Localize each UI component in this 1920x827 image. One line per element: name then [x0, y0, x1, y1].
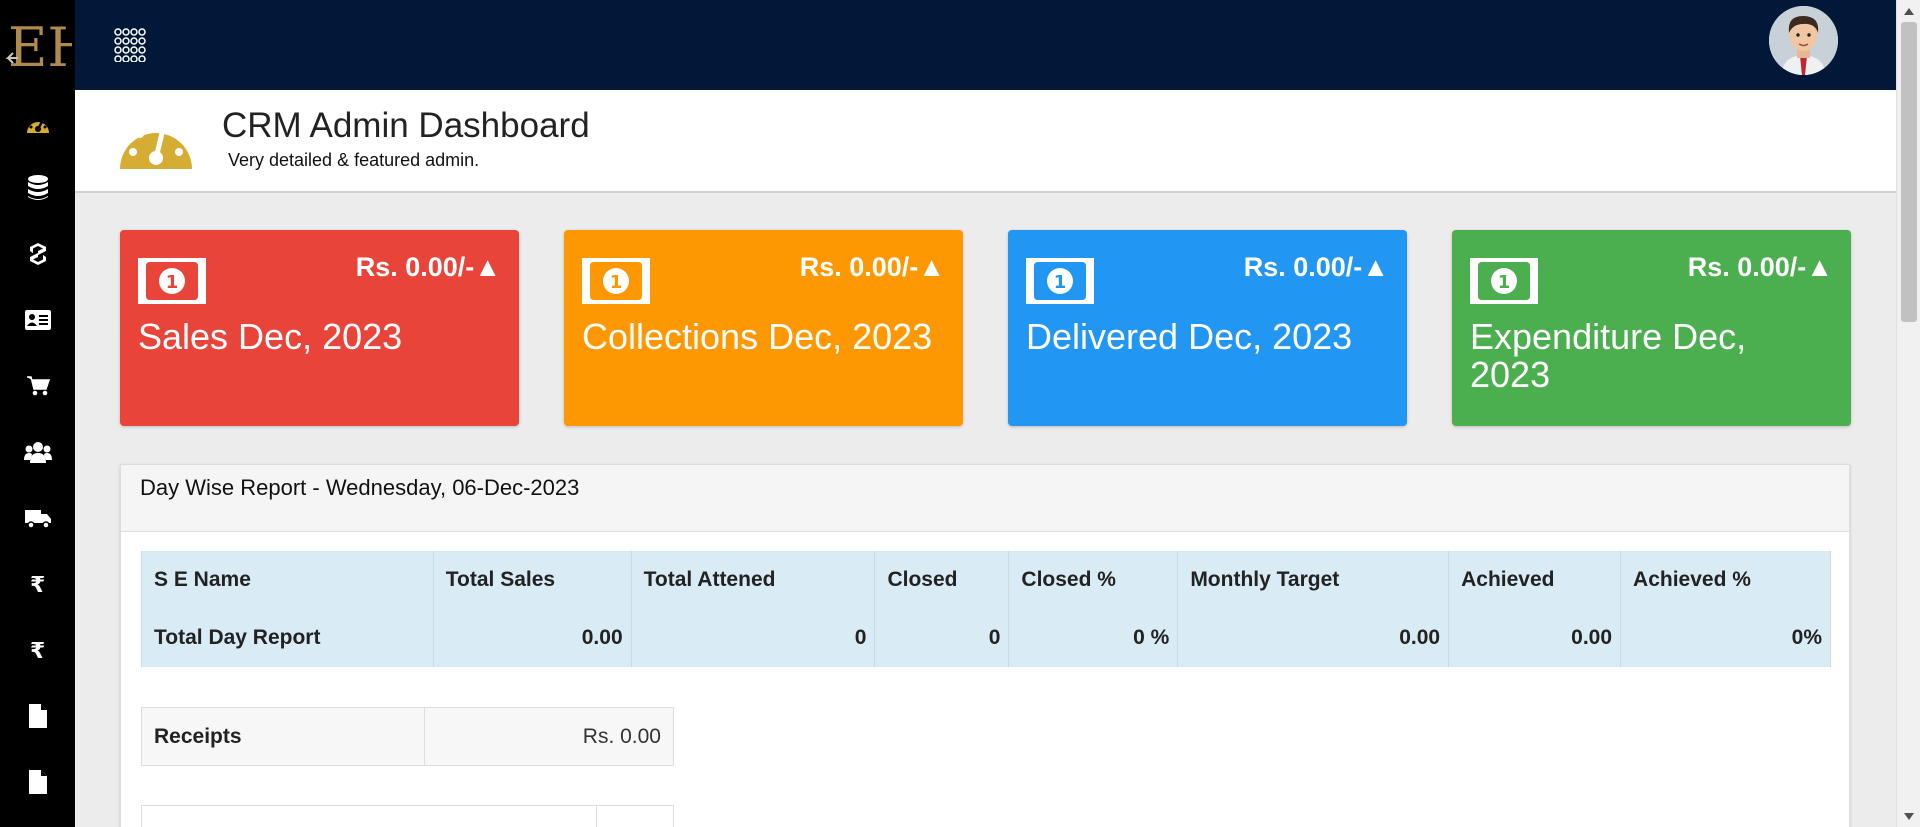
brand-logo[interactable]: EH — [0, 0, 75, 90]
table-cell: Total Day Report — [141, 609, 434, 667]
table-row: Receipts Rs. 0.00 — [141, 707, 674, 766]
table-cell: 0.00 — [1177, 609, 1450, 667]
top-navbar — [75, 0, 1896, 90]
svg-text:₹: ₹ — [30, 639, 45, 662]
sidebar-item-database[interactable] — [0, 168, 75, 208]
svg-text:1: 1 — [1498, 272, 1511, 293]
sidebar-item-delivery[interactable] — [0, 498, 75, 538]
receipts-table: Receipts Rs. 0.00 — [141, 707, 674, 766]
column-header: Total Sales — [432, 551, 632, 609]
svg-text:1: 1 — [1054, 272, 1067, 293]
cell-divider — [596, 806, 597, 827]
svg-text:1: 1 — [610, 272, 623, 293]
money-bill-icon: 1 — [1026, 258, 1094, 308]
money-bill-icon: 1 — [138, 258, 206, 308]
column-header: Closed % — [1008, 551, 1179, 609]
sidebar-item-orders[interactable] — [0, 366, 75, 406]
chevron-down-icon — [1904, 812, 1914, 820]
sidebar-item-dashboard[interactable] — [0, 105, 75, 145]
cart-icon — [26, 376, 50, 396]
svg-text:1: 1 — [166, 272, 179, 293]
rupee-icon: ₹ — [30, 573, 45, 596]
sidebar: EH ₹ ₹ — [0, 0, 75, 827]
page-header: CRM Admin Dashboard Very detailed & feat… — [75, 90, 1896, 193]
money-bill-icon: 1 — [1470, 258, 1538, 308]
user-avatar[interactable] — [1769, 6, 1838, 75]
receipts-label: Receipts — [141, 707, 425, 766]
delivered-amount: Rs. 0.00/-▲ — [1243, 252, 1389, 282]
vertical-scrollbar[interactable] — [1896, 0, 1920, 827]
svg-text:EH: EH — [8, 16, 72, 79]
tachometer-icon — [26, 117, 49, 133]
table-cell: 0% — [1620, 609, 1831, 667]
expenditure-amount: Rs. 0.00/-▲ — [1687, 252, 1833, 282]
page-subtitle: Very detailed & featured admin. — [228, 150, 480, 170]
column-header: Achieved % — [1620, 551, 1831, 609]
column-header: Total Attened — [630, 551, 876, 609]
table-cell: 0.00 — [432, 609, 632, 667]
day-report-table: S E Name Total Sales Total Attened Close… — [141, 551, 1831, 667]
truck-icon — [24, 510, 51, 529]
column-header: S E Name — [141, 551, 434, 609]
expenditure-card[interactable]: 1 Rs. 0.00/-▲ Expenditure Dec, 2023 — [1452, 230, 1851, 426]
scroll-up-button[interactable] — [1897, 0, 1920, 22]
table-cell: 0 — [874, 609, 1010, 667]
sidebar-item-contacts[interactable] — [0, 300, 75, 340]
sidebar-item-reports[interactable] — [0, 696, 75, 736]
panel-title: Day Wise Report - Wednesday, 06-Dec-2023 — [121, 465, 1849, 532]
users-icon — [23, 442, 52, 463]
sidebar-item-documents[interactable] — [0, 762, 75, 802]
collections-label: Collections Dec, 2023 — [582, 316, 933, 357]
receipts-value: Rs. 0.00 — [424, 707, 674, 766]
column-header: Closed — [874, 551, 1010, 609]
collections-card[interactable]: 1 Rs. 0.00/-▲ Collections Dec, 2023 — [564, 230, 963, 426]
table-cell: 0.00 — [1448, 609, 1622, 667]
table-cell: 0 — [630, 609, 876, 667]
rupee-icon: ₹ — [30, 639, 45, 662]
file-icon — [28, 770, 47, 794]
user-avatar-icon — [1769, 6, 1838, 75]
expenditure-label: Expenditure Dec, 2023 — [1470, 316, 1747, 395]
sales-card[interactable]: 1 Rs. 0.00/-▲ Sales Dec, 2023 — [120, 230, 519, 426]
chevron-up-icon — [1904, 7, 1914, 15]
table-header-row: S E Name Total Sales Total Attened Close… — [141, 551, 1831, 609]
scroll-down-button[interactable] — [1897, 805, 1920, 827]
database-icon — [27, 175, 48, 200]
apps-grid-icon — [114, 28, 146, 63]
column-header: Achieved — [1448, 551, 1622, 609]
dashboard-gauge-icon — [119, 112, 193, 174]
sales-amount: Rs. 0.00/-▲ — [355, 252, 501, 282]
page-title: CRM Admin Dashboard — [222, 106, 590, 145]
money-bill-icon: 1 — [582, 258, 650, 308]
sidebar-item-users[interactable] — [0, 432, 75, 472]
svg-text:₹: ₹ — [30, 573, 45, 596]
logo-mark: EH — [3, 10, 72, 80]
sidebar-item-products[interactable] — [0, 234, 75, 274]
column-header: Monthly Target — [1177, 551, 1450, 609]
table-row — [141, 805, 674, 827]
scrollbar-thumb[interactable] — [1901, 22, 1917, 322]
file-icon — [28, 704, 47, 728]
apps-grid-button[interactable] — [113, 28, 147, 63]
collections-amount: Rs. 0.00/-▲ — [799, 252, 945, 282]
delivered-label: Delivered Dec, 2023 — [1026, 316, 1353, 357]
sales-label: Sales Dec, 2023 — [138, 316, 403, 357]
sidebar-item-expenses[interactable]: ₹ — [0, 630, 75, 670]
sidebar-item-payments[interactable]: ₹ — [0, 564, 75, 604]
table-cell: 0 % — [1008, 609, 1179, 667]
table-row: Total Day Report 0.00 0 0 0 % 0.00 0.00 … — [141, 609, 1831, 667]
id-card-icon — [24, 310, 51, 330]
delivered-card[interactable]: 1 Rs. 0.00/-▲ Delivered Dec, 2023 — [1008, 230, 1407, 426]
product-icon — [29, 243, 46, 265]
day-report-panel: Day Wise Report - Wednesday, 06-Dec-2023… — [120, 464, 1850, 827]
